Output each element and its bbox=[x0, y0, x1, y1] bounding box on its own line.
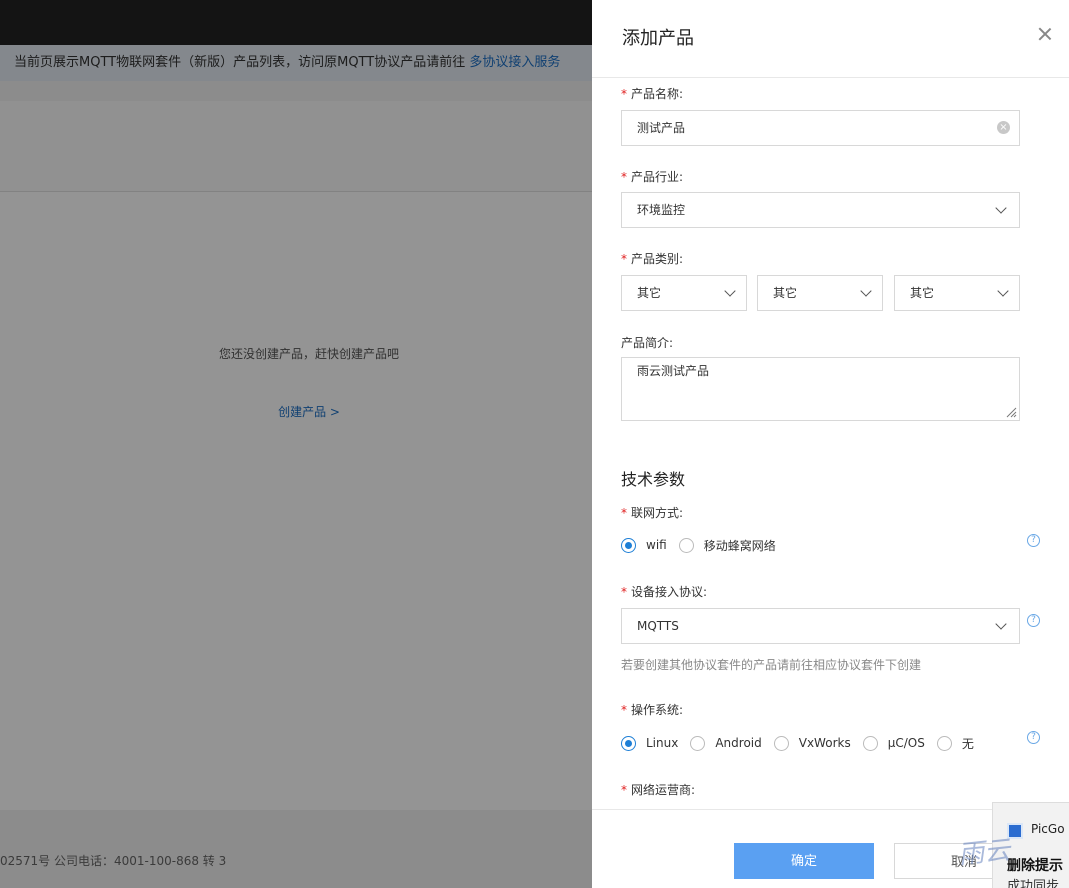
add-product-drawer: 添加产品 * 产品名称: 测试产品 × * 产品行业: 环境监控 * 产品类别: 其它… bbox=[592, 0, 1069, 888]
protocol-label: * 设备接入协议: bbox=[621, 585, 708, 599]
help-icon[interactable]: ? bbox=[1027, 534, 1040, 547]
resize-grip-icon[interactable] bbox=[1005, 406, 1017, 418]
help-icon[interactable]: ? bbox=[1027, 614, 1040, 627]
industry-value: 环境监控 bbox=[637, 203, 686, 217]
os-label: * 操作系统: bbox=[621, 703, 684, 717]
radio-ucos[interactable] bbox=[862, 735, 878, 751]
description-value: 雨云测试产品 bbox=[637, 364, 710, 378]
description-textarea[interactable]: 雨云测试产品 bbox=[621, 357, 1020, 421]
os-radio-group: Linux Android VxWorks μC/OS 无 bbox=[621, 735, 986, 751]
radio-none[interactable] bbox=[936, 735, 952, 751]
protocol-value: MQTTS bbox=[637, 619, 679, 633]
industry-select[interactable]: 环境监控 bbox=[621, 192, 1020, 228]
help-icon[interactable]: ? bbox=[1027, 731, 1040, 744]
category-label: * 产品类别: bbox=[621, 252, 684, 266]
category-select-2[interactable]: 其它 bbox=[757, 275, 883, 311]
confirm-button[interactable]: 确定 bbox=[734, 843, 874, 879]
category-select-1[interactable]: 其它 bbox=[621, 275, 747, 311]
watermark: 雨云 bbox=[956, 835, 1012, 871]
drawer-form: * 产品名称: 测试产品 × * 产品行业: 环境监控 * 产品类别: 其它 其它 其… bbox=[592, 79, 1069, 809]
network-radio-group: wifi 移动蜂窝网络 bbox=[621, 537, 788, 553]
protocol-hint: 若要创建其他协议套件的产品请前往相应协议套件下创建 bbox=[621, 658, 922, 672]
radio-cellular[interactable] bbox=[678, 537, 694, 553]
industry-label: * 产品行业: bbox=[621, 170, 684, 184]
tech-params-heading: 技术参数 bbox=[621, 470, 686, 489]
product-name-input[interactable]: 测试产品 × bbox=[621, 110, 1020, 146]
notification-title: 删除提示 bbox=[1007, 858, 1063, 874]
carrier-label: * 网络运营商: bbox=[621, 783, 696, 797]
radio-android[interactable] bbox=[690, 735, 706, 751]
required-mark: * bbox=[621, 87, 627, 101]
radio-linux[interactable] bbox=[621, 735, 636, 751]
close-icon[interactable] bbox=[1036, 25, 1054, 43]
product-name-label: * 产品名称: bbox=[621, 87, 684, 101]
chevron-down-icon bbox=[724, 285, 736, 297]
chevron-down-icon bbox=[995, 618, 1007, 630]
radio-vxworks[interactable] bbox=[773, 735, 789, 751]
description-label: 产品简介: bbox=[621, 336, 674, 350]
protocol-select[interactable]: MQTTS bbox=[621, 608, 1020, 644]
chevron-down-icon bbox=[997, 285, 1009, 297]
product-name-value: 测试产品 bbox=[637, 121, 686, 135]
network-label: * 联网方式: bbox=[621, 506, 684, 520]
clear-icon[interactable]: × bbox=[997, 121, 1010, 134]
drawer-header: 添加产品 bbox=[592, 0, 1069, 78]
chevron-down-icon bbox=[995, 202, 1007, 214]
drawer-title: 添加产品 bbox=[622, 28, 694, 49]
notification-app-name: PicGo bbox=[1031, 822, 1065, 836]
notification-body: 成功同步 bbox=[1007, 879, 1060, 888]
category-select-3[interactable]: 其它 bbox=[894, 275, 1020, 311]
picgo-app-icon bbox=[1007, 823, 1023, 839]
radio-wifi[interactable] bbox=[621, 537, 636, 553]
chevron-down-icon bbox=[860, 285, 872, 297]
